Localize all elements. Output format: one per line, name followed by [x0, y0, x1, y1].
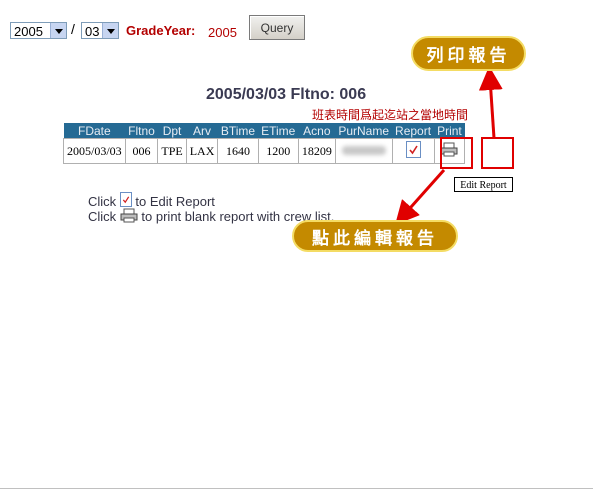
print-report-callout: 列印報告: [411, 36, 526, 71]
bottom-divider: [0, 488, 593, 489]
arrow-to-print: [478, 66, 503, 139]
arrow-to-report: [395, 169, 446, 225]
edit-report-callout: 點此編輯報告: [292, 220, 458, 252]
